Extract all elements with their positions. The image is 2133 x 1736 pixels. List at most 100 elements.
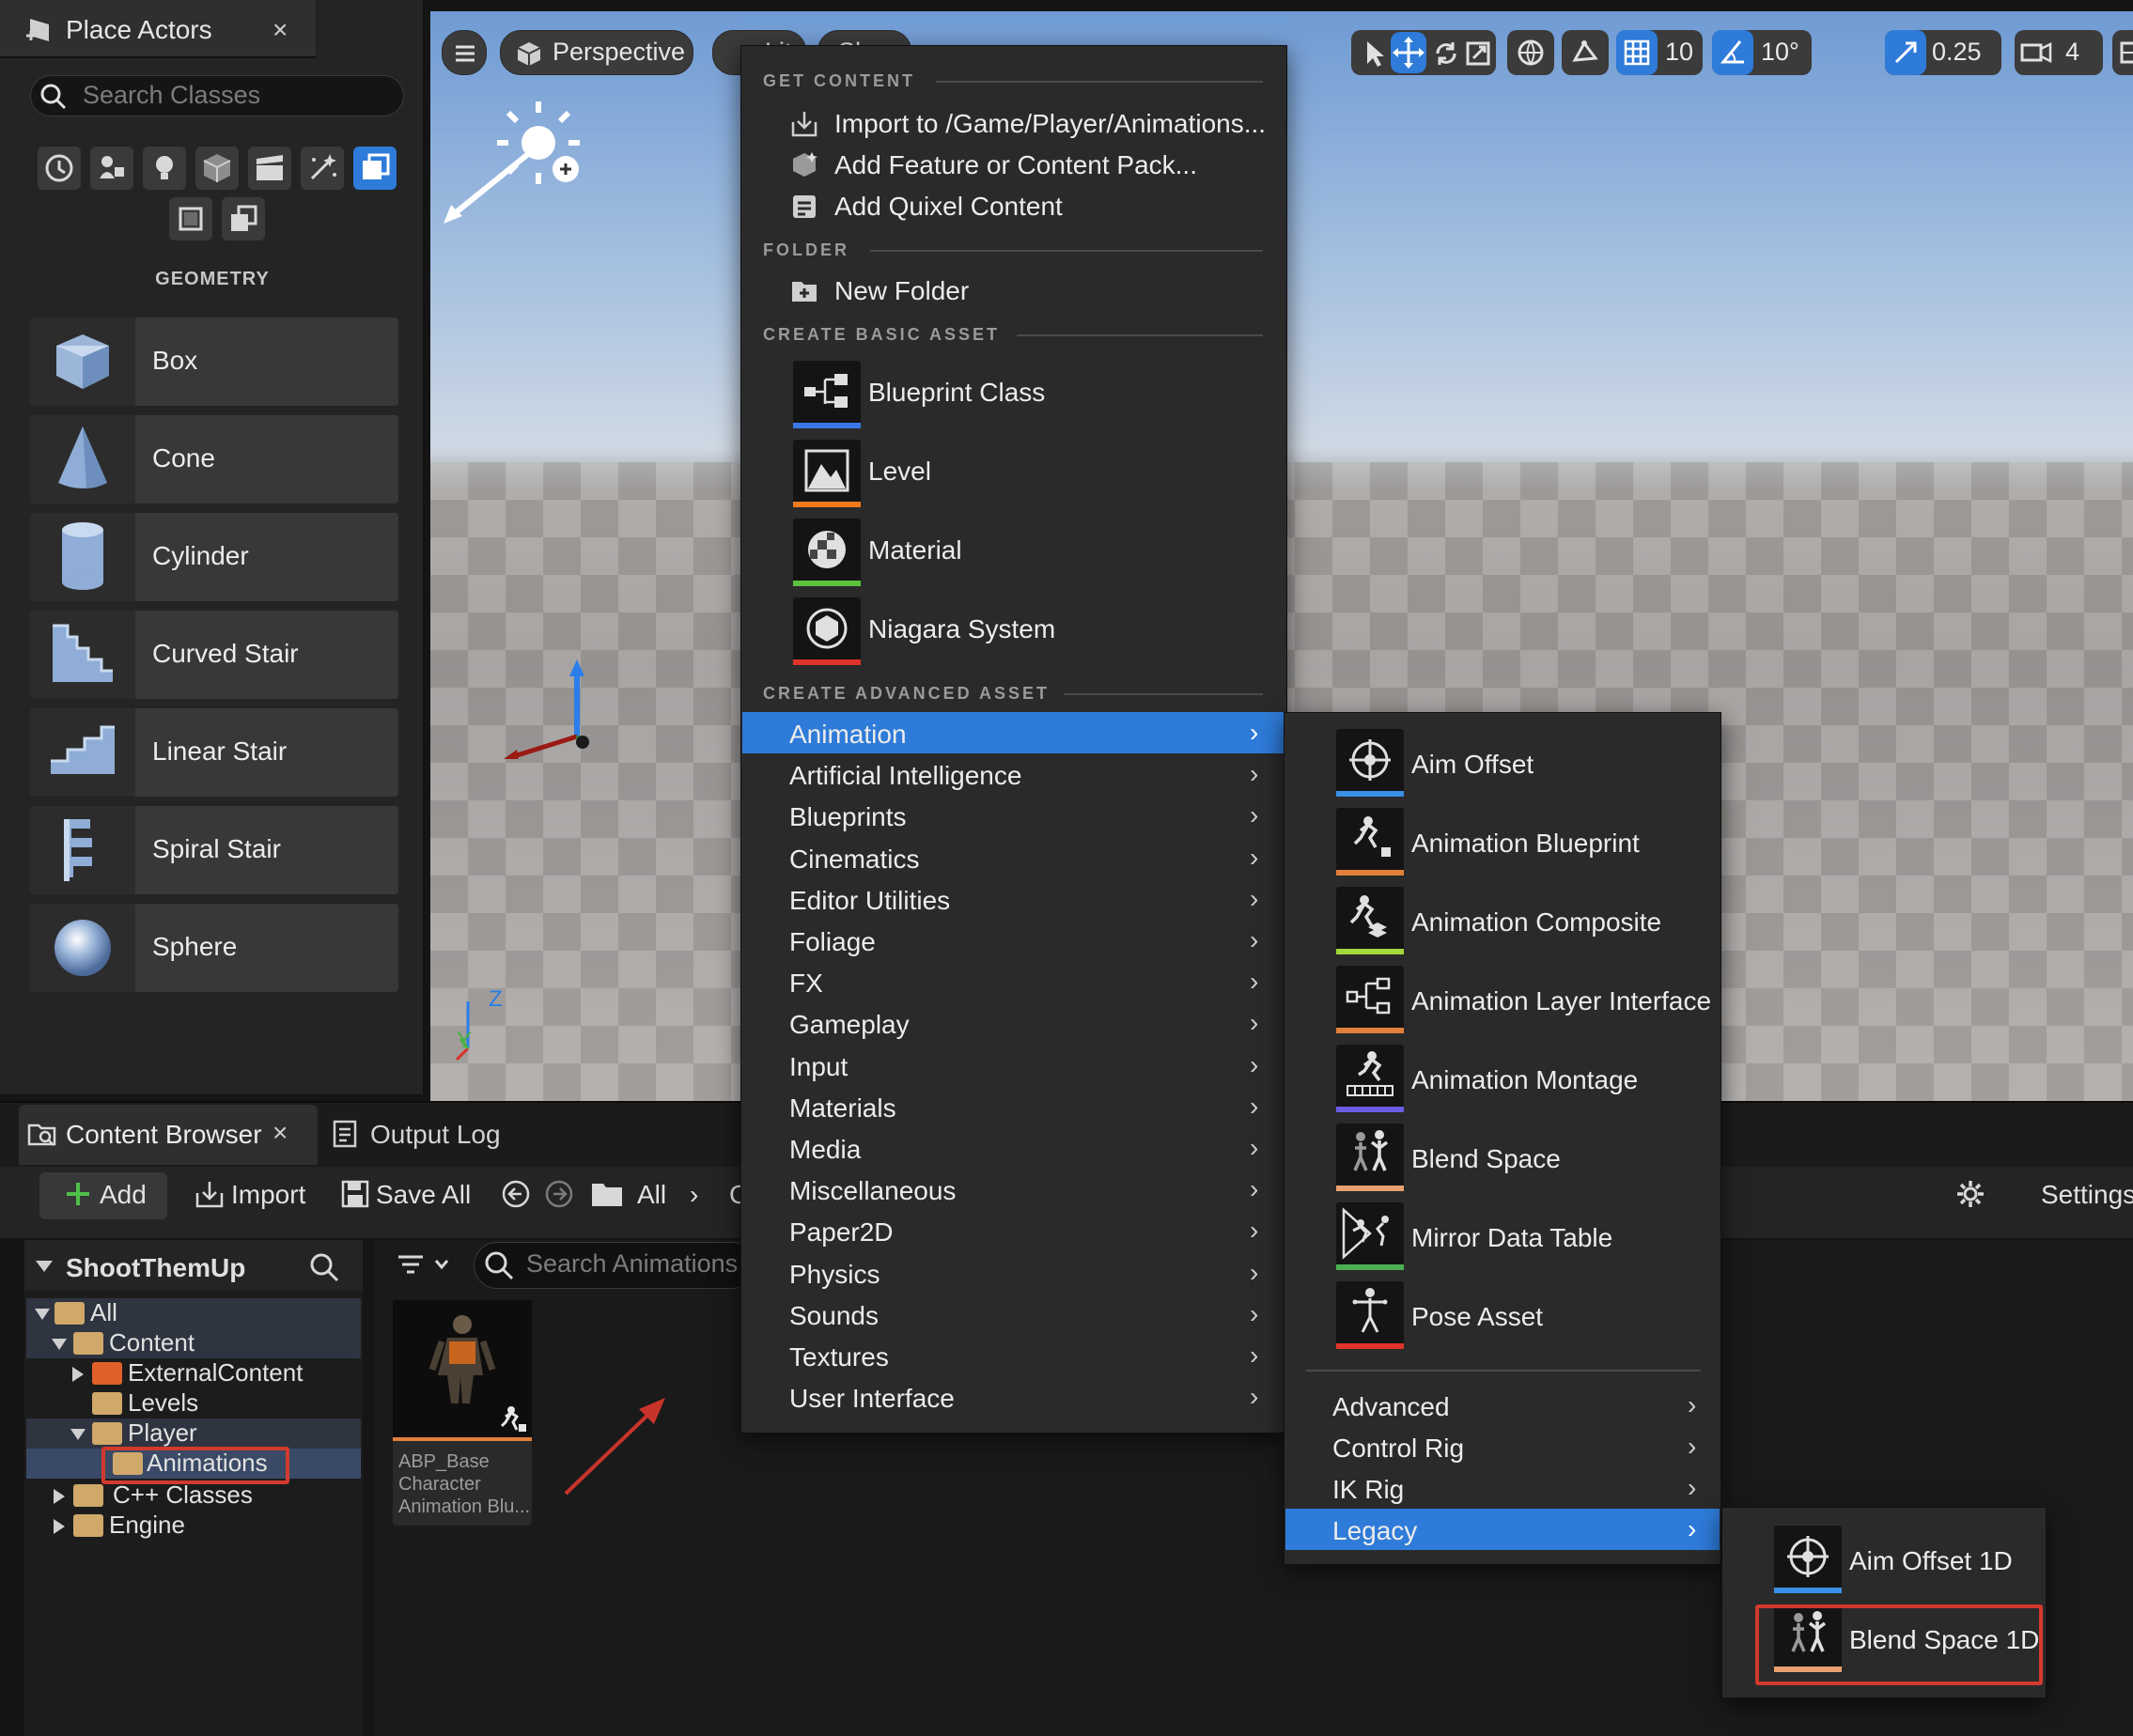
geometry-item-curved-stair[interactable]: Curved Stair [30, 611, 398, 699]
asset-color-bar [1336, 949, 1404, 954]
chevron-right-icon: › [1688, 1473, 1697, 1502]
move-tool-button[interactable] [1391, 32, 1426, 73]
menu-item-add-feature-label: Add Feature or Content Pack... [834, 150, 1197, 179]
tree-item-player[interactable]: Player [26, 1418, 361, 1449]
world-space-button[interactable] [1507, 30, 1554, 75]
asset-thumbnail [393, 1300, 532, 1437]
collapse-triangle-icon[interactable] [34, 1259, 54, 1274]
menu-category-label: User Interface [789, 1384, 955, 1413]
recent-category-button[interactable] [38, 147, 81, 190]
folder-icon[interactable] [590, 1180, 624, 1208]
geometry-item-linear-stair[interactable]: Linear Stair [30, 708, 398, 797]
geometry-category-button[interactable] [353, 147, 397, 190]
menu-item-level-label: Level [868, 457, 931, 486]
output-log-tab[interactable]: Output Log [370, 1120, 501, 1150]
cinematic-category-button[interactable] [248, 147, 291, 190]
folder-icon [92, 1422, 122, 1445]
geometry-item-label: Spiral Stair [152, 834, 281, 863]
lights-category-button[interactable] [143, 147, 186, 190]
tree-item-levels[interactable]: Levels [26, 1388, 361, 1418]
settings-button[interactable]: Settings [2041, 1180, 2133, 1210]
path-all[interactable]: All [637, 1180, 666, 1210]
geometry-item-label: Curved Stair [152, 639, 299, 668]
geometry-item-sphere[interactable]: Sphere [30, 904, 398, 992]
asset-tile-abp-base-character[interactable]: ABP_Base Character Animation Blu... [393, 1300, 532, 1526]
basic-category-button[interactable] [90, 147, 133, 190]
save-all-icon[interactable] [340, 1178, 370, 1210]
tree-item-label: All [90, 1298, 117, 1326]
tree-item-label: Content [109, 1328, 195, 1356]
cylinder-icon [62, 522, 103, 590]
scale-snap-toggle[interactable] [1885, 30, 1926, 75]
import-button[interactable]: Import [231, 1180, 305, 1210]
rotate-tool-icon[interactable] [1430, 38, 1462, 70]
rotation-snap-value[interactable]: 10° [1761, 38, 1799, 67]
geometry-item-spiral-stair[interactable]: Spiral Stair [30, 806, 398, 894]
menu-category-label: Blueprints [789, 802, 907, 831]
axis-z-label: Z [489, 986, 503, 1012]
spiral-stair-icon [64, 819, 92, 881]
menu-category-fx[interactable] [742, 961, 1285, 1002]
grid-snap-value[interactable]: 10 [1665, 38, 1693, 67]
menu-category-label: Artificial Intelligence [789, 761, 1022, 790]
layout-button[interactable] [2112, 30, 2133, 75]
tree-item-external-content[interactable]: ExternalContent [26, 1358, 361, 1388]
add-label: Add [100, 1180, 147, 1209]
project-root-label[interactable]: ShootThemUp [66, 1253, 245, 1283]
axis-y-label: Y [457, 1028, 473, 1053]
chevron-right-icon: › [1250, 1050, 1259, 1079]
asset-color-bar [793, 659, 861, 665]
select-tool-icon[interactable] [1359, 38, 1391, 70]
angle-icon [1720, 40, 1744, 64]
menu-item-blueprint-class-label: Blueprint Class [868, 378, 1046, 407]
blueprint-class-icon [793, 361, 861, 428]
volume-icon [179, 207, 203, 231]
content-browser-icon [26, 1118, 58, 1150]
folder-icon [73, 1514, 103, 1537]
asset-name-line-1: ABP_Base [398, 1451, 490, 1472]
all-classes-category-button[interactable] [222, 197, 265, 240]
chevron-right-icon: › [1250, 1133, 1259, 1162]
close-icon[interactable]: × [272, 1118, 288, 1148]
transform-gizmo[interactable] [504, 654, 616, 767]
tree-item-label: Player [128, 1418, 197, 1447]
volumes-category-button[interactable] [169, 197, 212, 240]
rotation-snap-toggle[interactable] [1712, 30, 1753, 75]
filter-icon[interactable] [395, 1251, 451, 1279]
animation-montage-icon [1336, 1045, 1404, 1112]
save-all-button[interactable]: Save All [376, 1180, 471, 1210]
surface-snap-icon [1572, 40, 1598, 62]
section-divider [1017, 334, 1263, 336]
scale-snap-value[interactable]: 0.25 [1932, 38, 1982, 67]
camera-speed-button[interactable] [2015, 30, 2103, 75]
tree-item-cpp-classes[interactable]: C++ Classes [26, 1480, 361, 1511]
close-icon[interactable]: × [272, 15, 288, 45]
asset-color-bar [1336, 791, 1404, 797]
tree-item-content[interactable]: Content [26, 1328, 361, 1358]
tree-item-label: ExternalContent [128, 1358, 304, 1387]
menu-item-new-folder[interactable] [740, 271, 1287, 312]
place-actors-icon [24, 15, 56, 47]
asset-name-line-2: Character [398, 1474, 481, 1495]
geometry-item-box[interactable]: Box [30, 318, 398, 406]
gear-icon[interactable] [1954, 1178, 1986, 1210]
directional-light-icon[interactable] [430, 68, 599, 237]
scale-tool-icon[interactable] [1462, 38, 1494, 70]
place-actors-panel: Place Actors × Search Classes GEOMETRY B… [0, 0, 425, 1094]
visual-effects-category-button[interactable] [301, 147, 344, 190]
cube-icon [203, 154, 231, 182]
geometry-item-cone[interactable]: Cone [30, 415, 398, 504]
back-arrow-icon[interactable] [500, 1178, 532, 1210]
tree-item-all[interactable]: All [26, 1298, 361, 1328]
globe-icon [1518, 39, 1544, 66]
geometry-item-cylinder[interactable]: Cylinder [30, 513, 398, 601]
light-bulb-icon [156, 156, 173, 179]
grid-snap-toggle[interactable] [1616, 30, 1658, 75]
geometry-item-label: Linear Stair [152, 736, 288, 766]
surface-snapping-button[interactable] [1562, 30, 1609, 75]
tree-item-engine[interactable]: Engine [26, 1511, 361, 1541]
import-icon[interactable] [194, 1178, 227, 1210]
forward-arrow-icon[interactable] [543, 1178, 575, 1210]
shapes-category-button[interactable] [195, 147, 239, 190]
search-icon[interactable] [308, 1251, 340, 1283]
